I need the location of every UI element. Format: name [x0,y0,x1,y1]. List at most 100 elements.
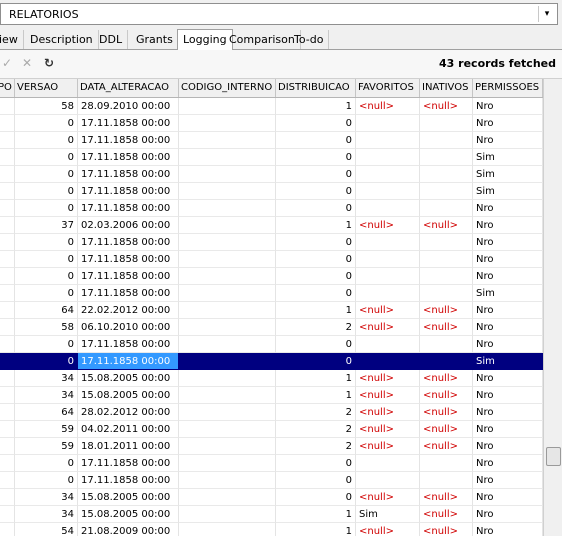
cell-versao[interactable]: 0 [15,353,78,370]
table-row[interactable]: 0 17.11.1858 00:00 0 Nro [0,200,543,217]
cell-inativos[interactable] [420,455,473,472]
cell-inativos[interactable]: <null> [420,387,473,404]
cell-favoritos[interactable] [356,472,420,489]
cell-distribuicao[interactable]: 0 [276,183,356,200]
cell-distribuicao[interactable]: 2 [276,319,356,336]
cell-po[interactable] [0,319,15,336]
data-grid[interactable]: PO VERSAO DATA_ALTERACAO CODIGO_INTERNO … [0,79,543,536]
cell-permissoes[interactable]: Nro [473,421,543,438]
table-row[interactable]: 0 17.11.1858 00:00 0 Nro [0,132,543,149]
cell-data-alteracao[interactable]: 17.11.1858 00:00 [78,285,179,302]
cell-versao[interactable]: 34 [15,506,78,523]
cell-favoritos[interactable]: Sim [356,506,420,523]
table-row[interactable]: 0 17.11.1858 00:00 0 Sim [0,285,543,302]
cell-versao[interactable]: 0 [15,285,78,302]
cell-data-alteracao[interactable]: 17.11.1858 00:00 [78,166,179,183]
cancel-edit-icon[interactable]: ✕ [20,56,34,70]
cell-po[interactable] [0,98,15,115]
cell-inativos[interactable] [420,472,473,489]
cell-inativos[interactable]: <null> [420,370,473,387]
cell-codigo-interno[interactable] [179,438,276,455]
cell-codigo-interno[interactable] [179,370,276,387]
table-row[interactable]: 34 15.08.2005 00:00 1 <null> <null> Nro [0,387,543,404]
cell-inativos[interactable] [420,132,473,149]
cell-inativos[interactable] [420,149,473,166]
scrollbar-thumb[interactable] [546,447,561,466]
table-row[interactable]: 54 21.08.2009 00:00 1 <null> <null> Nro [0,523,543,536]
cell-po[interactable] [0,523,15,536]
cell-inativos[interactable] [420,268,473,285]
cell-po[interactable] [0,370,15,387]
table-row[interactable]: 0 17.11.1858 00:00 0 Sim [0,166,543,183]
cell-inativos[interactable] [420,166,473,183]
cell-permissoes[interactable]: Nro [473,115,543,132]
cell-versao[interactable]: 58 [15,319,78,336]
cell-versao[interactable]: 0 [15,132,78,149]
column-header-inativos[interactable]: INATIVOS [420,79,473,97]
cell-po[interactable] [0,217,15,234]
cell-distribuicao[interactable]: 0 [276,166,356,183]
cell-distribuicao[interactable]: 1 [276,217,356,234]
cell-versao[interactable]: 59 [15,421,78,438]
cell-versao[interactable]: 34 [15,370,78,387]
cell-distribuicao[interactable]: 1 [276,523,356,536]
cell-data-alteracao[interactable]: 22.02.2012 00:00 [78,302,179,319]
cell-permissoes[interactable]: Sim [473,166,543,183]
cell-inativos[interactable]: <null> [420,217,473,234]
cell-distribuicao[interactable]: 1 [276,302,356,319]
cell-permissoes[interactable]: Nro [473,523,543,536]
cell-po[interactable] [0,251,15,268]
cell-favoritos[interactable]: <null> [356,523,420,536]
cell-codigo-interno[interactable] [179,98,276,115]
cell-inativos[interactable]: <null> [420,421,473,438]
cell-po[interactable] [0,302,15,319]
cell-favoritos[interactable] [356,183,420,200]
cell-favoritos[interactable]: <null> [356,438,420,455]
cell-data-alteracao[interactable]: 17.11.1858 00:00 [78,115,179,132]
cell-data-alteracao[interactable]: 17.11.1858 00:00 [78,149,179,166]
cell-favoritos[interactable]: <null> [356,489,420,506]
cell-data-alteracao[interactable]: 17.11.1858 00:00 [78,268,179,285]
cell-po[interactable] [0,472,15,489]
cell-codigo-interno[interactable] [179,302,276,319]
table-row[interactable]: 0 17.11.1858 00:00 0 Nro [0,336,543,353]
chevron-down-icon[interactable]: ▾ [538,6,555,22]
cell-favoritos[interactable]: <null> [356,404,420,421]
cell-permissoes[interactable]: Sim [473,285,543,302]
cell-po[interactable] [0,149,15,166]
table-row[interactable]: 64 22.02.2012 00:00 1 <null> <null> Nro [0,302,543,319]
cell-codigo-interno[interactable] [179,285,276,302]
cell-permissoes[interactable]: Nro [473,336,543,353]
cell-permissoes[interactable]: Nro [473,472,543,489]
cell-po[interactable] [0,234,15,251]
cell-codigo-interno[interactable] [179,353,276,370]
cell-permissoes[interactable]: Nro [473,455,543,472]
cell-distribuicao[interactable]: 0 [276,472,356,489]
cell-versao[interactable]: 58 [15,98,78,115]
cell-codigo-interno[interactable] [179,319,276,336]
cell-data-alteracao[interactable]: 17.11.1858 00:00 [78,455,179,472]
column-header-versao[interactable]: VERSAO [15,79,78,97]
cell-distribuicao[interactable]: 0 [276,285,356,302]
cell-distribuicao[interactable]: 0 [276,489,356,506]
cell-codigo-interno[interactable] [179,455,276,472]
cell-po[interactable] [0,404,15,421]
cell-favoritos[interactable]: <null> [356,217,420,234]
column-header-distribuicao[interactable]: DISTRIBUICAO [276,79,356,97]
cell-versao[interactable]: 37 [15,217,78,234]
cell-po[interactable] [0,132,15,149]
cell-favoritos[interactable]: <null> [356,98,420,115]
cell-po[interactable] [0,353,15,370]
table-row[interactable]: 0 17.11.1858 00:00 0 Nro [0,455,543,472]
cell-po[interactable] [0,200,15,217]
cell-favoritos[interactable]: <null> [356,302,420,319]
table-row[interactable]: 34 15.08.2005 00:00 1 <null> <null> Nro [0,370,543,387]
cell-distribuicao[interactable]: 0 [276,200,356,217]
cell-codigo-interno[interactable] [179,234,276,251]
cell-distribuicao[interactable]: 0 [276,132,356,149]
cell-versao[interactable]: 64 [15,404,78,421]
tab-view[interactable]: iew [0,30,24,49]
cell-permissoes[interactable]: Nro [473,438,543,455]
cell-versao[interactable]: 0 [15,166,78,183]
cell-codigo-interno[interactable] [179,115,276,132]
